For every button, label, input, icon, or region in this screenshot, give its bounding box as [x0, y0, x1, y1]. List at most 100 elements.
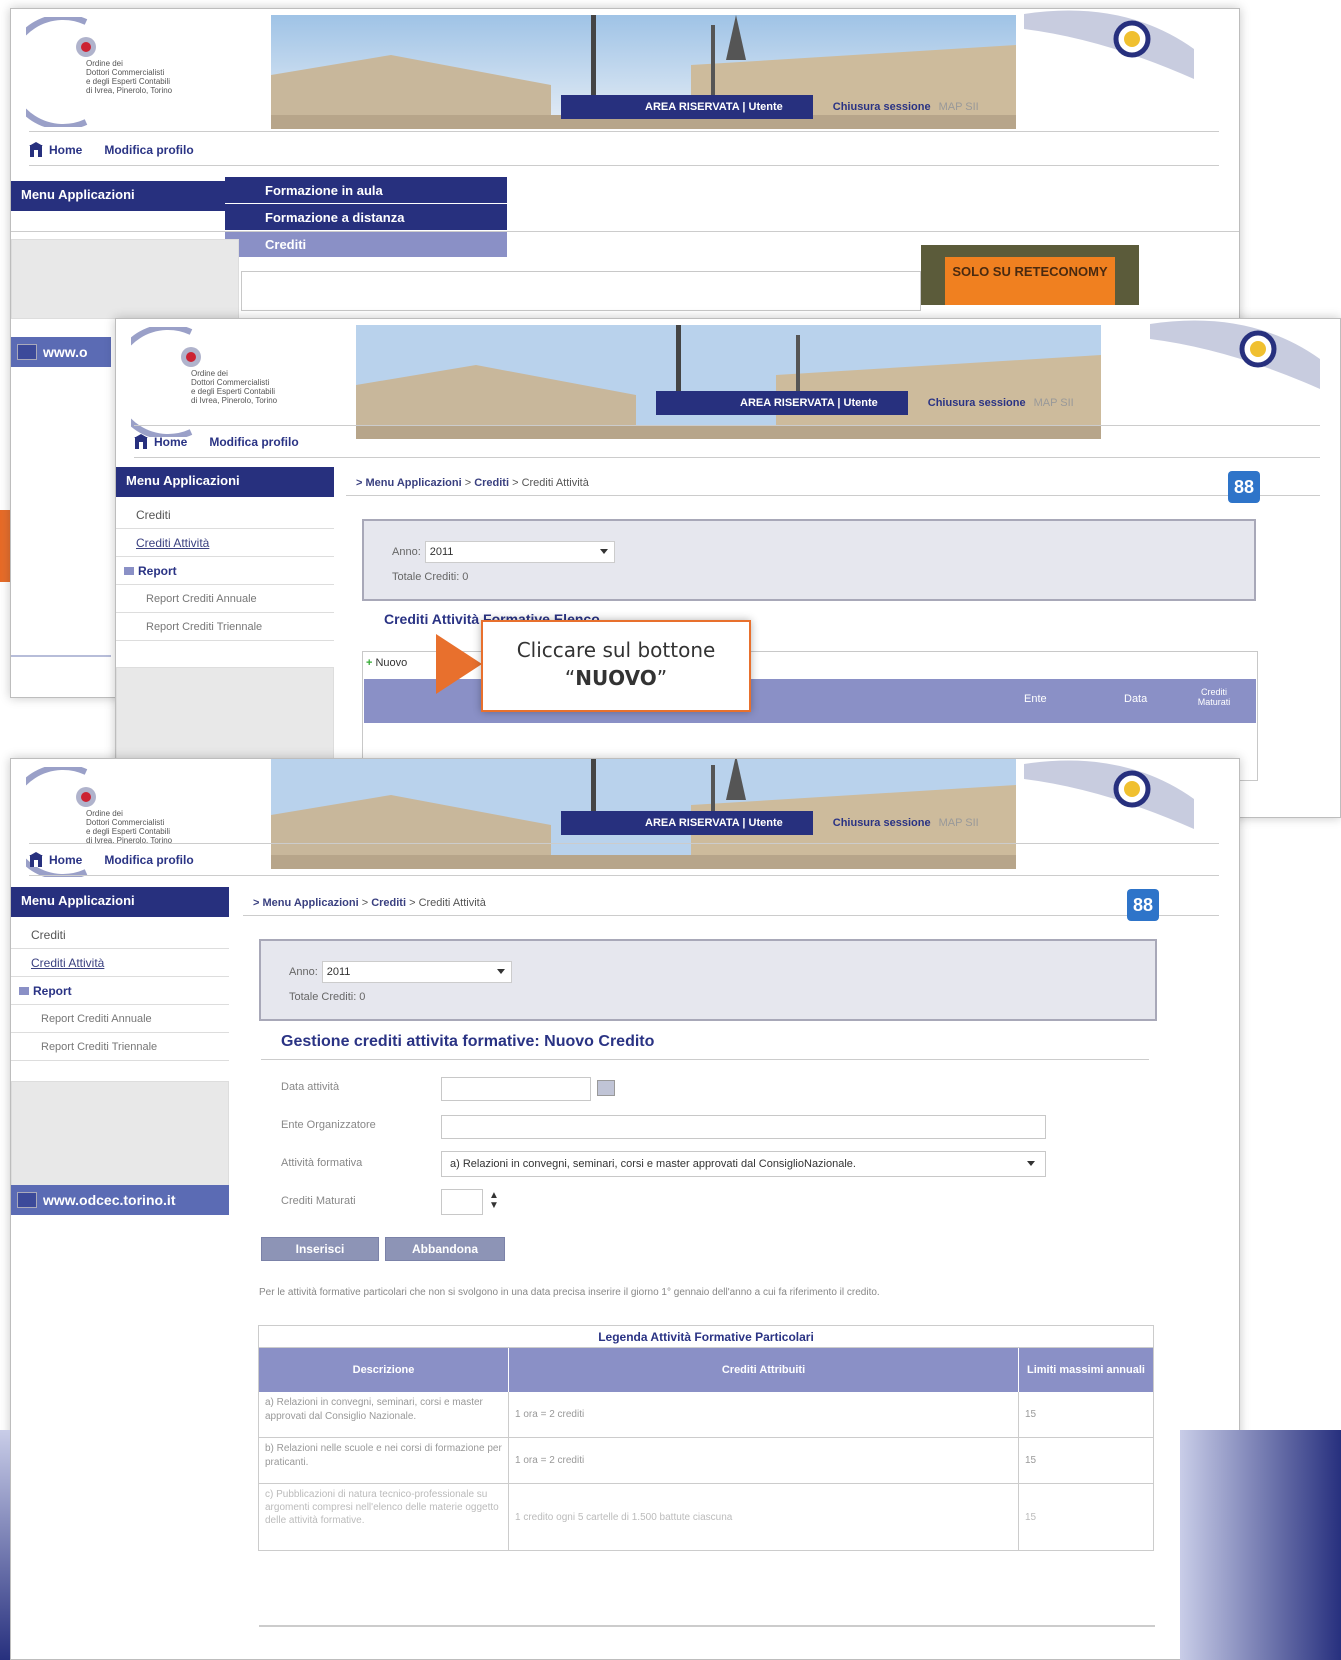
legend-row: a) Relazioni in convegni, seminari, cors…: [259, 1392, 1153, 1438]
stepper-arrows-icon[interactable]: ▲ ▼: [489, 1191, 499, 1211]
crediti-stepper[interactable]: [441, 1189, 483, 1215]
sidebar-item-report-annuale[interactable]: Report Crediti Annuale: [11, 1005, 229, 1033]
divider: [261, 1059, 1149, 1060]
form-title: Gestione crediti attivita formative: Nuo…: [281, 1033, 655, 1050]
area-riservata-tab[interactable]: AREA RISERVATA | Utente: [561, 95, 813, 119]
modifica-profilo-link[interactable]: Modifica profilo: [104, 853, 193, 867]
logo-line: Dottori Commercialisti: [86, 68, 165, 77]
col-ente[interactable]: Ente: [1024, 693, 1047, 705]
home-icon: [29, 852, 43, 867]
logo-line: Ordine dei: [86, 59, 123, 68]
accessibility-icon[interactable]: 88: [1228, 471, 1260, 503]
area-riservata-tab[interactable]: AREA RISERVATA | Utente: [656, 391, 908, 415]
divider: [346, 495, 1320, 496]
totale-crediti: Totale Crediti: 0: [289, 991, 366, 1003]
area-riservata-tab[interactable]: AREA RISERVATA | Utente: [561, 811, 813, 835]
nuovo-button[interactable]: + Nuovo: [366, 657, 407, 669]
logout-link[interactable]: Chiusura sessione: [908, 391, 1034, 415]
right-badge-logo: [1150, 319, 1320, 389]
home-link[interactable]: Home: [134, 434, 187, 450]
sidebar-item-report-triennale[interactable]: Report Crediti Triennale: [116, 613, 334, 641]
sidebar-item-crediti-attivita[interactable]: Crediti Attività: [116, 529, 334, 557]
col-data[interactable]: Data: [1124, 693, 1147, 705]
home-link[interactable]: Home: [29, 852, 82, 868]
breadcrumb-crediti[interactable]: Crediti: [371, 897, 406, 909]
sidebar-item-report[interactable]: Report: [11, 977, 229, 1005]
inserisci-button[interactable]: Inserisci: [261, 1237, 379, 1261]
map-label: MAP SII: [1033, 397, 1074, 409]
legend-desc: b) Relazioni nelle scuole e nei corsi di…: [259, 1438, 509, 1483]
logout-link[interactable]: Chiusura sessione: [813, 811, 939, 835]
home-icon: [29, 142, 43, 157]
divider: [11, 231, 1239, 232]
logo-line: e degli Esperti Contabili: [86, 827, 171, 836]
logout-link[interactable]: Chiusura sessione: [813, 95, 939, 119]
sidebar-item-crediti-attivita[interactable]: Crediti Attività: [11, 949, 229, 977]
home-icon: [134, 434, 148, 449]
menu-applicazioni-header[interactable]: Menu Applicazioni: [11, 887, 229, 917]
menu-item-formazione-distanza[interactable]: Formazione a distanza: [225, 204, 507, 231]
breadcrumb-menu[interactable]: > Menu Applicazioni: [253, 897, 359, 909]
report-icon: [124, 567, 134, 575]
right-badge-logo: [1024, 759, 1194, 829]
sidebar-item-report-annuale[interactable]: Report Crediti Annuale: [116, 585, 334, 613]
menu-applicazioni-header[interactable]: Menu Applicazioni: [116, 467, 334, 497]
filter-box: Anno: 2011 Totale Crediti: 0: [362, 519, 1256, 601]
top-nav: Home Modifica profilo: [29, 849, 194, 871]
promo-banner[interactable]: SOLO SU RETECONOMY: [921, 245, 1139, 305]
map-label: MAP SII: [938, 817, 979, 829]
breadcrumb-crediti[interactable]: Crediti: [474, 477, 509, 489]
divider: [11, 655, 111, 657]
sidebar-menu: Crediti Crediti Attività Report Report C…: [11, 921, 229, 1061]
chevron-down-icon: [599, 549, 608, 554]
sidebar-item-crediti[interactable]: Crediti: [116, 501, 334, 529]
plus-icon: +: [366, 657, 373, 669]
anno-select[interactable]: 2011: [424, 541, 615, 563]
breadcrumb: > Menu Applicazioni > Crediti > Crediti …: [356, 477, 589, 489]
logo-line: Dottori Commercialisti: [191, 378, 270, 387]
anno-select[interactable]: 2011: [321, 961, 512, 983]
attivita-select[interactable]: a) Relazioni in convegni, seminari, cors…: [441, 1151, 1046, 1177]
data-attivita-input[interactable]: [441, 1077, 591, 1101]
menu-item-crediti[interactable]: Crediti: [225, 231, 507, 258]
top-nav: Home Modifica profilo: [134, 431, 299, 453]
modifica-profilo-link[interactable]: Modifica profilo: [104, 143, 193, 157]
legend-col-descrizione: Descrizione: [259, 1348, 509, 1392]
legend-crediti: 1 ora = 2 crediti: [509, 1438, 1019, 1483]
anno-value: 2011: [429, 546, 454, 558]
menu-item-formazione-aula[interactable]: Formazione in aula: [225, 177, 507, 204]
info-note: Per le attività formative particolari ch…: [259, 1287, 880, 1298]
www-link[interactable]: www.o: [11, 337, 111, 367]
col-crediti[interactable]: Crediti Maturati: [1184, 687, 1244, 707]
www-link[interactable]: www.odcec.torino.it: [11, 1185, 229, 1215]
sidebar-logo: [11, 239, 239, 319]
home-link[interactable]: Home: [29, 142, 82, 158]
instruction-callout: Cliccare sul bottone “NUOVO”: [481, 620, 751, 712]
breadcrumb-menu[interactable]: > Menu Applicazioni: [356, 477, 462, 489]
sidebar-item-crediti[interactable]: Crediti: [11, 921, 229, 949]
modifica-profilo-link[interactable]: Modifica profilo: [209, 435, 298, 449]
accessibility-icon[interactable]: 88: [1127, 889, 1159, 921]
callout-pointer: [436, 634, 482, 694]
abbandona-button[interactable]: Abbandona: [385, 1237, 505, 1261]
crediti-label: Crediti Maturati: [281, 1195, 356, 1207]
decor-left: [0, 1430, 10, 1660]
sidebar-item-report[interactable]: Report: [116, 557, 334, 585]
anno-label: Anno:: [289, 966, 318, 978]
legend-crediti: 1 ora = 2 crediti: [509, 1392, 1019, 1437]
header: Ordine dei Dottori Commercialisti e degli …: [11, 9, 1239, 134]
logo-line: e degli Esperti Contabili: [191, 387, 276, 396]
legend-limite: 15: [1025, 1455, 1037, 1466]
calendar-icon[interactable]: [597, 1080, 615, 1096]
report-label: Report: [33, 984, 72, 998]
callout-nuovo: NUOVO: [575, 666, 657, 690]
sidebar-item-report-triennale[interactable]: Report Crediti Triennale: [11, 1033, 229, 1061]
divider: [29, 165, 1219, 166]
ente-input[interactable]: [441, 1115, 1046, 1139]
callout-line1: Cliccare sul bottone: [516, 638, 716, 662]
arrow-icon: [17, 344, 37, 360]
divider: [134, 457, 1320, 458]
divider: [134, 425, 1320, 426]
menu-applicazioni-header[interactable]: Menu Applicazioni: [11, 181, 237, 211]
torino-banner-image: [356, 325, 1101, 439]
